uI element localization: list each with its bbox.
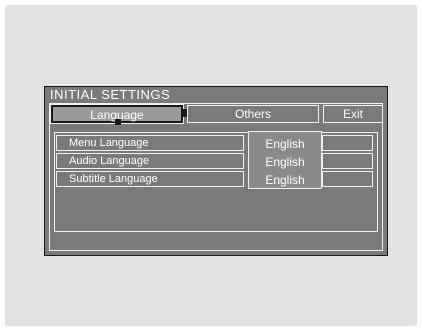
- dropdown-option[interactable]: English: [249, 136, 321, 152]
- setting-row-audio-language[interactable]: Audio Language: [56, 153, 244, 169]
- setting-label: Menu Language: [69, 137, 149, 149]
- setting-value-cell[interactable]: [322, 153, 373, 169]
- tab-exit-label: Exit: [342, 107, 363, 121]
- setting-value-cell[interactable]: [322, 135, 373, 151]
- tab-others-label: Others: [234, 107, 271, 121]
- tab-others[interactable]: Others: [187, 105, 319, 123]
- setting-value-cell[interactable]: [322, 171, 373, 187]
- tab-exit[interactable]: Exit: [323, 105, 383, 123]
- initial-settings-window: INITIAL SETTINGS Language Others Exit Me…: [44, 86, 388, 256]
- dropdown-option[interactable]: English: [249, 172, 321, 188]
- setting-label: Audio Language: [69, 155, 150, 167]
- tab-selection-marker: [115, 119, 121, 125]
- setting-row-subtitle-language[interactable]: Subtitle Language: [56, 171, 244, 187]
- dropdown-option[interactable]: English: [249, 154, 321, 170]
- language-dropdown[interactable]: English English English: [248, 131, 322, 189]
- setting-label: Subtitle Language: [69, 173, 158, 185]
- setting-row-menu-language[interactable]: Menu Language: [56, 135, 244, 151]
- window-title: INITIAL SETTINGS: [50, 87, 171, 102]
